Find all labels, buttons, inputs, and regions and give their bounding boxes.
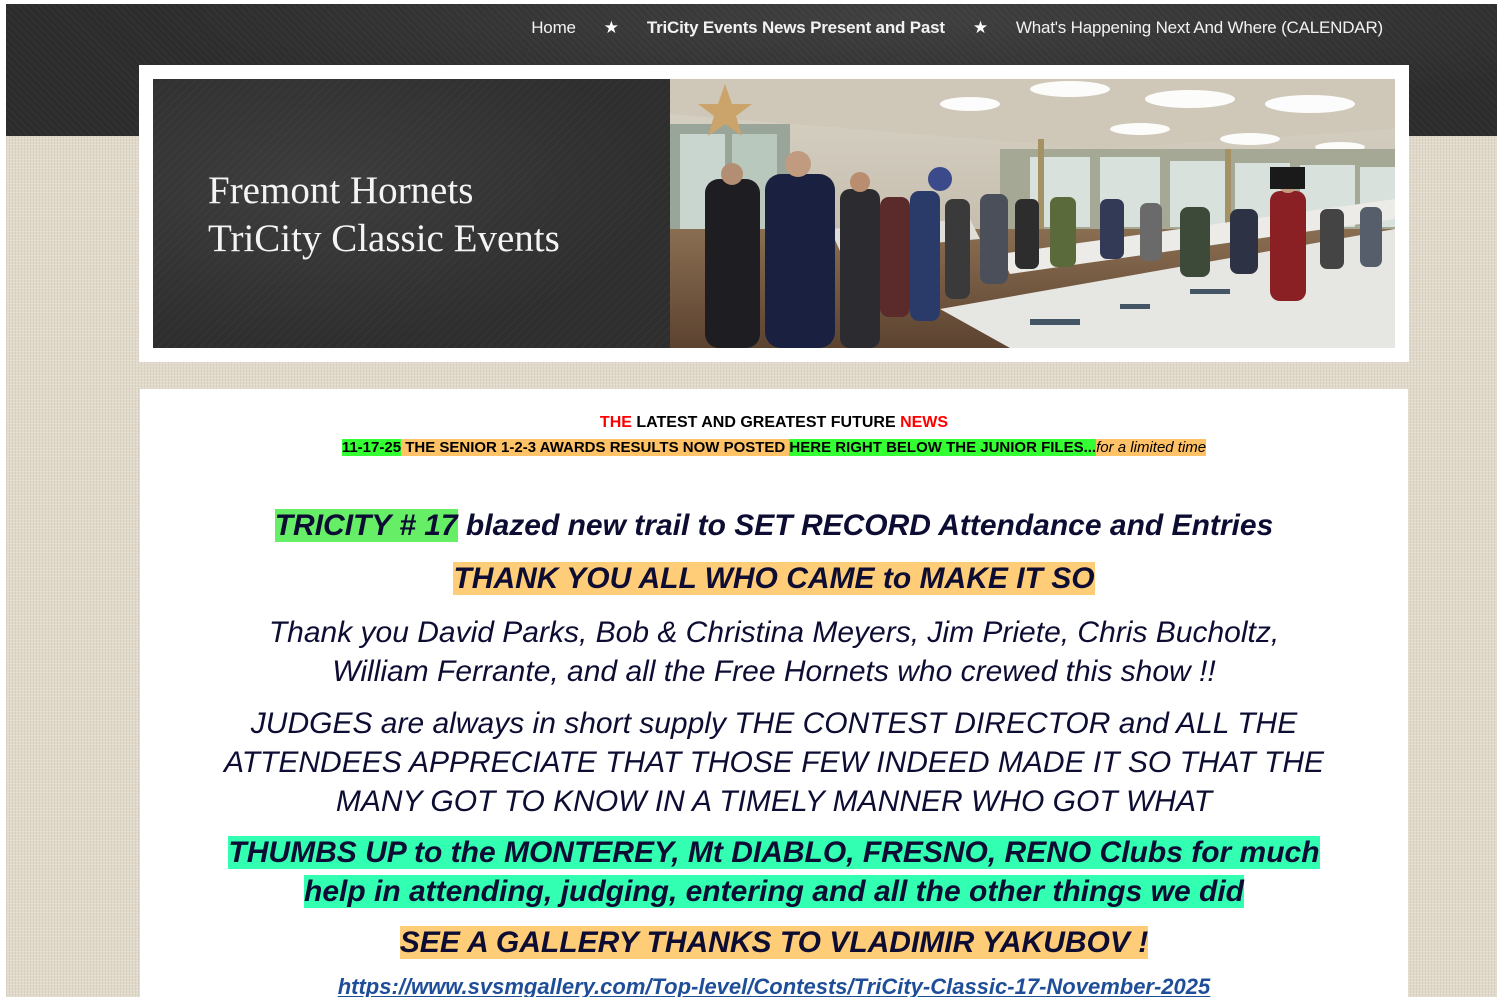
thank-you-all-line: THANK YOU ALL WHO CAME to MAKE IT SO [140,560,1408,598]
star-separator-icon: ★ [603,18,619,37]
headline-highlight: TRICITY # 17 [274,509,458,542]
announcement-location-note: HERE RIGHT BELOW THE JUNIOR FILES... [789,439,1097,456]
site-title-line-2: TriCity Classic Events [208,217,560,260]
event-hall-photo [670,79,1395,348]
kicker-middle-text: LATEST AND GREATEST FUTURE [631,414,901,431]
hero-photo [670,79,1395,348]
news-kicker: THE LATEST AND GREATEST FUTURE NEWS [140,413,1408,433]
gallery-line: SEE A GALLERY THANKS TO VLADIMIR YAKUBOV… [140,924,1408,962]
star-separator-icon: ★ [972,18,988,37]
gallery-link[interactable]: https://www.svsmgallery.com/Top-level/Co… [140,974,1408,997]
site-title-panel: Fremont Hornets TriCity Classic Events [153,79,671,348]
nav-item-calendar[interactable]: What's Happening Next And Where (CALENDA… [1016,18,1383,38]
judges-line-2: ATTENDEES APPRECIATE THAT THOSE FEW INDE… [223,746,1325,779]
nav-item-tricity-events-news[interactable]: TriCity Events News Present and Past [647,18,945,38]
site-title[interactable]: Fremont Hornets TriCity Classic Events [208,167,560,263]
main-content: THE LATEST AND GREATEST FUTURE NEWS 11-1… [140,389,1408,997]
thanks-names-line-2: William Ferrante, and all the Free Horne… [332,655,1216,688]
announcement-date: 11-17-25 [341,439,402,456]
thanks-names-line-1: Thank you David Parks, Bob & Christina M… [268,616,1280,649]
main-nav: Home ★ TriCity Events News Present and P… [531,18,1383,38]
page: Home ★ TriCity Events News Present and P… [6,4,1497,997]
judges-line-1: JUDGES are always in short supply THE CO… [250,707,1298,740]
nav-item-home[interactable]: Home [531,18,576,38]
judges-line-3: MANY GOT TO KNOW IN A TIMELY MANNER WHO … [335,785,1213,818]
thank-you-all-text: THANK YOU ALL WHO CAME to MAKE IT SO [453,562,1095,595]
headline-record-attendance: TRICITY # 17 blazed new trail to SET REC… [140,507,1408,545]
kicker-word-news: NEWS [900,414,949,431]
announcement-limited-time: for a limited time [1096,439,1207,456]
announcement-senior-results: THE SENIOR 1-2-3 AWARDS RESULTS NOW POST… [401,439,790,456]
site-header: Fremont Hornets TriCity Classic Events [139,65,1409,362]
headline-rest: blazed new trail to SET RECORD Attendanc… [457,509,1274,542]
thumbs-up-line-2: help in attending, judging, entering and… [140,873,1408,911]
thumbs-up-line-1: THUMBS UP to the MONTEREY, Mt DIABLO, FR… [140,834,1408,872]
thumbs-up-text-1: THUMBS UP to the MONTEREY, Mt DIABLO, FR… [228,836,1320,869]
thumbs-up-text-2: help in attending, judging, entering and… [304,875,1244,908]
results-announcement: 11-17-25 THE SENIOR 1-2-3 AWARDS RESULTS… [140,438,1408,458]
gallery-text: SEE A GALLERY THANKS TO VLADIMIR YAKUBOV… [399,926,1149,959]
site-title-line-1: Fremont Hornets [208,169,474,212]
kicker-word-the: THE [599,414,632,431]
